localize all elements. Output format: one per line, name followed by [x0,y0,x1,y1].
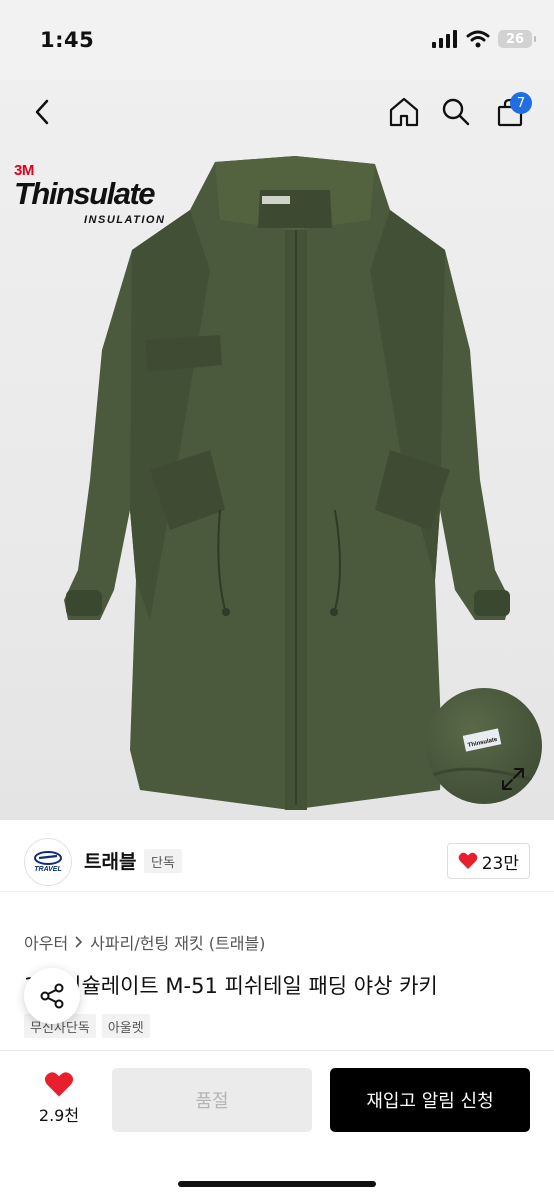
top-navigation: 7 [0,86,554,142]
home-indicator [178,1181,376,1187]
sold-out-button[interactable]: 품절 [112,1068,312,1132]
home-icon [389,97,419,127]
status-icons: 26 [432,30,536,48]
chevron-left-icon [35,99,49,125]
status-time: 1:45 [40,28,95,52]
brand-logo[interactable]: TRAVEL [24,838,72,886]
brand-name[interactable]: 트래블 [84,847,136,874]
share-button[interactable] [24,968,80,1024]
wishlist-button[interactable]: 2.9천 [24,1071,94,1133]
share-icon [40,983,64,1009]
status-bar: 1:45 26 [0,0,554,80]
product-title: 3M 신슐레이트 M-51 피쉬테일 패딩 야상 카키 [24,974,438,998]
search-button[interactable] [432,86,480,138]
cart-count-badge: 7 [510,92,532,114]
breadcrumb-subcategory[interactable]: 사파리/헌팅 재킷 (트래블) [90,930,265,954]
restock-alert-button[interactable]: 재입고 알림 신청 [330,1068,530,1132]
brand-like-button[interactable]: 23만 [446,843,530,879]
seller-row: TRAVEL 트래블 단독 23만 [0,830,554,892]
wishlist-count: 2.9천 [38,1106,80,1125]
wifi-icon [466,30,490,48]
cellular-signal-icon [432,30,457,48]
breadcrumb-category[interactable]: 아우터 [24,930,68,954]
brand-like-count: 23만 [481,853,519,874]
cart-button[interactable]: 7 [486,86,534,138]
breadcrumb: 아우터 사파리/헌팅 재킷 (트래블) [24,930,265,954]
travel-logo-icon [34,851,62,865]
back-button[interactable] [18,86,66,138]
bottom-action-bar: 2.9천 품절 재입고 알림 신청 [0,1050,554,1200]
search-icon [442,98,470,126]
brand-logo-text: TRAVEL [34,866,62,873]
heart-icon [44,1072,74,1097]
home-button[interactable] [380,86,428,138]
chevron-right-icon [75,936,83,948]
heart-icon [458,852,478,869]
battery-indicator: 26 [498,30,536,48]
tag-outlet: 아울렛 [101,1014,150,1038]
exclusive-badge: 단독 [144,849,182,873]
expand-icon[interactable] [500,766,526,792]
